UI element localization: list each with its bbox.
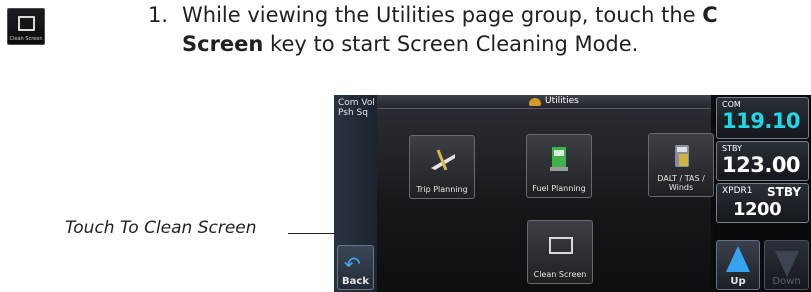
- left-sidebar: Com Vol Psh Sq ↶ Back: [334, 95, 377, 292]
- callout-leader-line: [288, 233, 334, 234]
- trip-planning-icon: [431, 149, 455, 171]
- step-key-name-part2: Screen: [182, 32, 264, 56]
- com-label: COM: [722, 100, 741, 109]
- page-title: Utilities: [545, 96, 579, 106]
- stby-label: STBY: [722, 144, 742, 153]
- clean-screen-label: Clean Screen: [533, 270, 587, 279]
- down-button-label: Down: [772, 276, 801, 287]
- down-arrow-icon: [775, 251, 799, 277]
- fuel-planning-label: Fuel Planning: [532, 184, 586, 193]
- clean-screen-button[interactable]: Clean Screen: [527, 220, 593, 284]
- com-standby-frequency[interactable]: STBY 123.00: [716, 141, 809, 181]
- xpdr-code: 1200: [733, 199, 782, 220]
- xpdr-label: XPDR1: [722, 186, 753, 196]
- callout-label: Touch To Clean Screen: [65, 218, 257, 238]
- up-button-label: Up: [730, 276, 746, 287]
- step-key-name-part1: C: [702, 3, 718, 27]
- calculator-icon: [675, 145, 689, 167]
- fuel-planning-button[interactable]: Fuel Planning: [526, 134, 592, 198]
- down-button[interactable]: Down: [764, 240, 809, 290]
- utilities-icon: [529, 98, 541, 106]
- fuel-pump-icon: [550, 147, 568, 171]
- radio-panel: COM 119.10 STBY 123.00 XPDR1 STBY 1200 U…: [714, 95, 811, 292]
- screen-frame-icon: [18, 16, 35, 31]
- trip-planning-button[interactable]: Trip Planning: [409, 135, 475, 199]
- clean-screen-key-label: Clean Screen: [9, 36, 43, 42]
- up-arrow-icon: [726, 246, 750, 272]
- up-button[interactable]: Up: [716, 240, 760, 290]
- title-bar: Utilities: [377, 95, 711, 109]
- back-button-label: Back: [342, 276, 369, 287]
- back-arrow-icon: ↶: [344, 252, 361, 276]
- transponder-box[interactable]: XPDR1 STBY 1200: [716, 183, 809, 223]
- trip-planning-label: Trip Planning: [416, 185, 468, 194]
- com-vol-label: Com Vol Psh Sq: [338, 98, 375, 118]
- step-text-after: key to start Screen Cleaning Mode.: [263, 32, 639, 56]
- com-frequency: 119.10: [722, 109, 801, 133]
- dalt-tas-winds-label: DALT / TAS / Winds: [657, 174, 705, 192]
- xpdr-mode: STBY: [767, 185, 802, 199]
- dalt-tas-winds-button[interactable]: DALT / TAS / Winds: [648, 133, 714, 197]
- device-screen: Com Vol Psh Sq ↶ Back Utilities Trip Pla…: [334, 95, 811, 292]
- step-text-before: While viewing the Utilities page group, …: [182, 3, 703, 27]
- stby-frequency: 123.00: [722, 153, 801, 177]
- clean-screen-icon: [549, 237, 573, 254]
- back-button[interactable]: ↶ Back: [337, 245, 374, 290]
- clean-screen-key-icon: Clean Screen: [7, 8, 45, 45]
- com-active-frequency[interactable]: COM 119.10: [716, 97, 809, 139]
- step-instruction: 1. While viewing the Utilities page group…: [148, 1, 811, 59]
- step-line-1: 1. While viewing the Utilities page group…: [148, 1, 811, 30]
- step-line-2: Screen key to start Screen Cleaning Mode…: [148, 30, 811, 59]
- utilities-page: Utilities Trip Planning Fuel Planning DA…: [377, 95, 753, 292]
- step-number: 1.: [148, 3, 169, 27]
